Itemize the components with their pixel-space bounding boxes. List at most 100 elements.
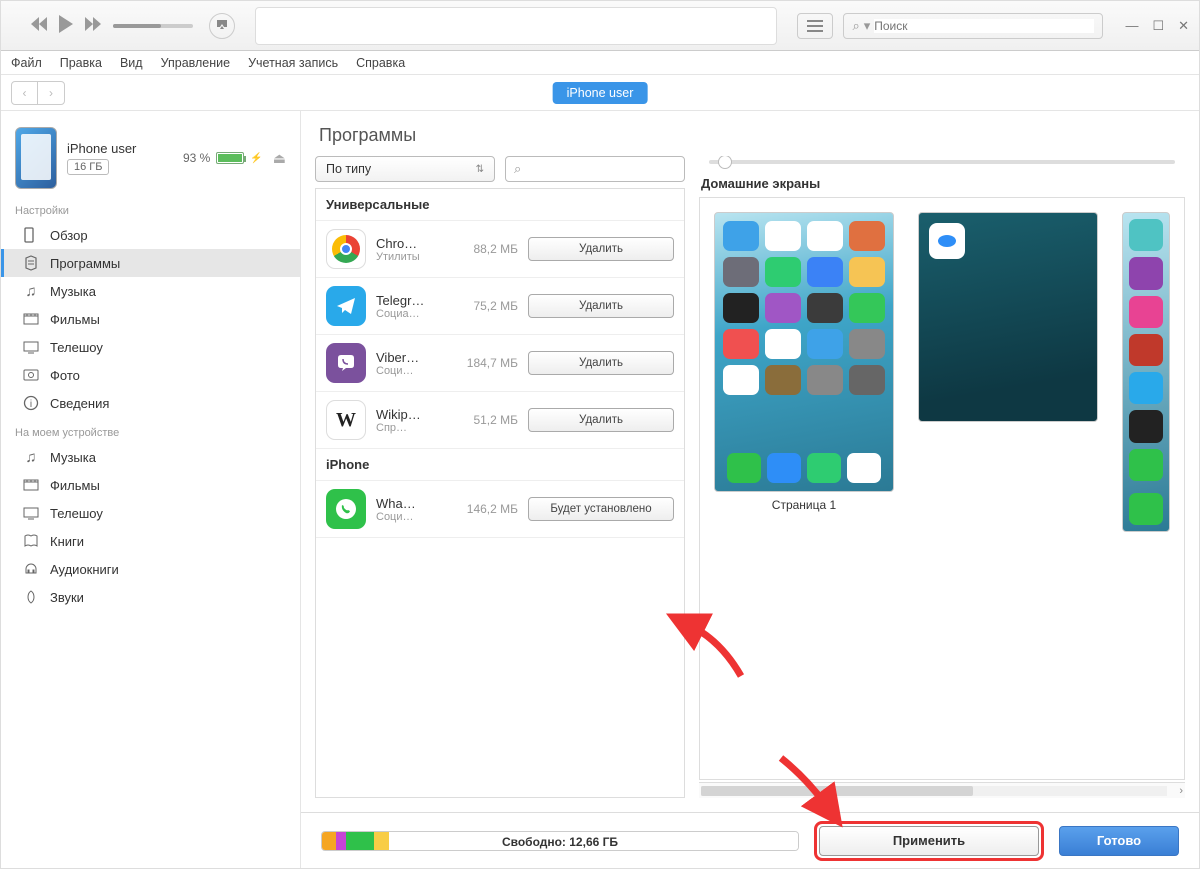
app-action-button[interactable]: Удалить (528, 237, 674, 261)
app-row[interactable]: Wha… Соци… 146,2 МБ Будет установлено (316, 481, 684, 538)
menu-view[interactable]: Вид (120, 56, 143, 70)
app-action-button[interactable]: Удалить (528, 408, 674, 432)
sidebar-item-label: Фото (50, 368, 80, 383)
apps-search-input[interactable] (521, 162, 676, 176)
nav-back-button[interactable]: ‹ (12, 82, 38, 104)
sidebar-item-movies[interactable]: Фильмы (1, 471, 300, 499)
app-name: Chro… (376, 236, 446, 251)
home-app-icon (807, 329, 843, 359)
chrome-icon (326, 229, 366, 269)
sidebar-item-apps[interactable]: Программы (1, 249, 300, 277)
dock-app-icon (767, 453, 801, 483)
app-name: Wikip… (376, 407, 446, 422)
maximize-button[interactable]: ☐ (1152, 18, 1164, 34)
home-app-icon (1129, 372, 1163, 404)
home-app-icon (765, 221, 801, 251)
sidebar-item-info[interactable]: iСведения (1, 389, 300, 417)
footer-bar: Свободно: 12,66 ГБ Применить Готово (301, 812, 1199, 868)
movies-icon (22, 310, 40, 328)
search-input[interactable] (874, 19, 1094, 33)
app-row[interactable]: Chro… Утилиты 88,2 МБ Удалить (316, 221, 684, 278)
device-capacity-badge: 16 ГБ (67, 159, 109, 175)
home-screens-viewport[interactable]: Страница 1 (699, 197, 1185, 780)
app-row[interactable]: W Wikip… Спр… 51,2 МБ Удалить (316, 392, 684, 449)
info-icon: i (22, 394, 40, 412)
menu-file[interactable]: Файл (11, 56, 42, 70)
home-screens-scrollbar[interactable]: › (699, 782, 1185, 798)
home-app-icon (765, 257, 801, 287)
svg-text:i: i (30, 399, 32, 410)
device-header: iPhone user 16 ГБ 93 % ⚡ ⏏ (1, 121, 300, 195)
search-icon: ⌕ (852, 18, 859, 34)
home-app-icon (807, 293, 843, 323)
nav-forward-button[interactable]: › (38, 82, 64, 104)
home-app-icon (849, 365, 885, 395)
sidebar-item-books[interactable]: Книги (1, 527, 300, 555)
home-screens-label: Домашние экраны (699, 172, 1185, 197)
home-screen-page-1[interactable]: Страница 1 (714, 212, 894, 512)
home-app-icon (723, 221, 759, 251)
sidebar-item-label: Звуки (50, 590, 84, 605)
sidebar-item-tv[interactable]: Телешоу (1, 333, 300, 361)
play-button[interactable] (59, 15, 75, 36)
tv-icon (22, 504, 40, 522)
app-row[interactable]: Viber… Соци… 184,7 МБ Удалить (316, 335, 684, 392)
menu-controls[interactable]: Управление (161, 56, 231, 70)
battery-icon (216, 152, 244, 164)
home-app-icon (765, 293, 801, 323)
minimize-button[interactable]: — (1125, 18, 1138, 34)
app-size: 146,2 МБ (456, 502, 518, 516)
movies-icon (22, 476, 40, 494)
close-button[interactable]: ✕ (1178, 18, 1189, 34)
home-app-icon (807, 257, 843, 287)
page-1-caption: Страница 1 (714, 498, 894, 512)
sidebar-item-audiobooks[interactable]: Аудиокниги (1, 555, 300, 583)
photo-icon (22, 366, 40, 384)
menu-edit[interactable]: Правка (60, 56, 102, 70)
sidebar-item-movies[interactable]: Фильмы (1, 305, 300, 333)
sidebar-item-label: Музыка (50, 284, 96, 299)
sidebar-item-music[interactable]: ♫Музыка (1, 443, 300, 471)
sidebar-item-label: Музыка (50, 450, 96, 465)
menu-help[interactable]: Справка (356, 56, 405, 70)
airplay-button[interactable] (209, 13, 235, 39)
apps-list[interactable]: Универсальные Chro… Утилиты 88,2 МБ Удал… (315, 188, 685, 798)
nav-history[interactable]: ‹ › (11, 81, 65, 105)
app-category: Социа… (376, 308, 446, 320)
app-action-button[interactable]: Удалить (528, 294, 674, 318)
sidebar-item-summary[interactable]: Обзор (1, 221, 300, 249)
next-button[interactable] (85, 17, 103, 34)
apps-search[interactable]: ⌕ (505, 156, 685, 182)
app-size: 88,2 МБ (456, 242, 518, 256)
main-pane: Программы По типу⇅ ⌕ Универсальные (301, 111, 1199, 868)
app-action-button[interactable]: Будет установлено (528, 497, 674, 521)
eject-button[interactable]: ⏏ (273, 150, 286, 167)
global-search[interactable]: ⌕ ▾ (843, 13, 1103, 39)
prev-button[interactable] (31, 17, 49, 34)
storage-free-label: Свободно: 12,66 ГБ (502, 832, 618, 851)
sidebar-item-music[interactable]: ♫Музыка (1, 277, 300, 305)
home-screen-page-2[interactable] (918, 212, 1098, 422)
sidebar-item-tv[interactable]: Телешоу (1, 499, 300, 527)
done-button[interactable]: Готово (1059, 826, 1179, 856)
app-action-button[interactable]: Удалить (528, 351, 674, 375)
device-tab[interactable]: iPhone user (553, 82, 648, 104)
home-screen-partial[interactable] (1122, 212, 1170, 532)
sidebar-item-photo[interactable]: Фото (1, 361, 300, 389)
apply-button[interactable]: Применить (819, 826, 1039, 856)
sidebar-item-tones[interactable]: Звуки (1, 583, 300, 611)
app-row[interactable]: Telegr… Социа… 75,2 МБ Удалить (316, 278, 684, 335)
app-size: 75,2 МБ (456, 299, 518, 313)
volume-slider[interactable] (113, 24, 193, 28)
home-app-icon (723, 365, 759, 395)
menu-account[interactable]: Учетная запись (248, 56, 338, 70)
books-icon (22, 532, 40, 550)
sort-dropdown[interactable]: По типу⇅ (315, 156, 495, 182)
home-app-icon (1129, 334, 1163, 366)
list-view-button[interactable] (797, 13, 833, 39)
sidebar-item-label: Книги (50, 534, 84, 549)
whatsapp-icon (326, 489, 366, 529)
zoom-slider[interactable] (699, 156, 1185, 172)
device-thumbnail-icon (15, 127, 57, 189)
telegram-icon (326, 286, 366, 326)
